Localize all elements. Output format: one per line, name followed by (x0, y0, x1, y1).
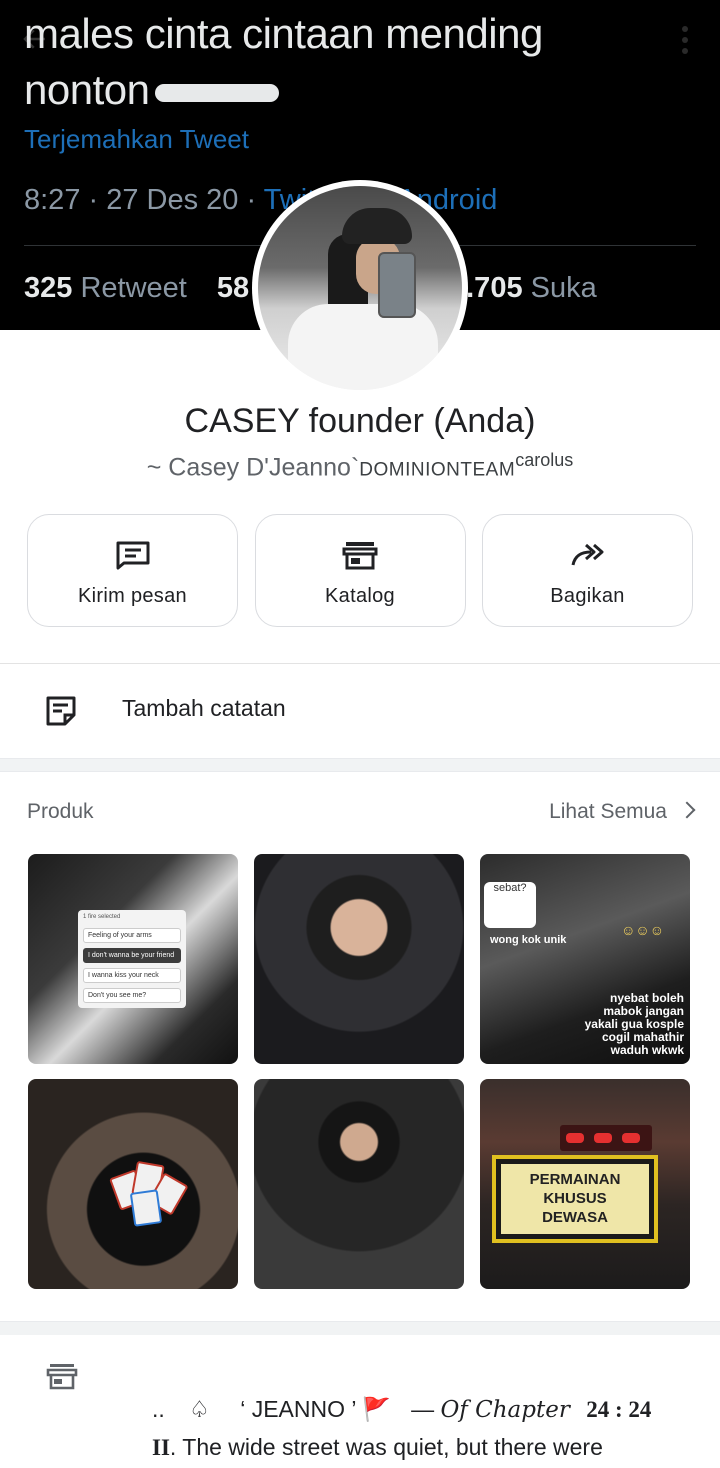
message-button[interactable]: Kirim pesan (27, 514, 238, 627)
retweet-count: 325 (24, 272, 73, 304)
share-button-label: Bagikan (550, 585, 625, 607)
poll-option: I wanna kiss your neck (83, 968, 181, 983)
business-description-line-1: .. ♤ ‘ JEANNO ’ 🚩 — Of Chapter 24 : 24 (152, 1396, 651, 1423)
storefront-icon (46, 1364, 78, 1390)
tweet-line-2: nonton (24, 66, 150, 113)
product-thumb-5[interactable] (254, 1079, 464, 1289)
warning-sign: PERMAINAN KHUSUS DEWASA (496, 1159, 654, 1239)
desc-chapter: Of Chapter (440, 1397, 570, 1423)
share-button[interactable]: Bagikan (482, 514, 693, 627)
red-flag-icon: 🚩 (362, 1396, 391, 1422)
products-header: Produk Lihat Semua (27, 800, 696, 830)
avatar-photo (258, 186, 462, 390)
see-all-label: Lihat Semua (549, 800, 667, 823)
led-display (560, 1125, 652, 1151)
about-team: DOMINIONTEAM (359, 459, 516, 481)
spade-icon: ♤ (189, 1396, 210, 1422)
emoji-row: ☺☺☺ (621, 922, 664, 938)
profile-about: ~ Casey D'Jeanno`DOMINIONTEAMcarolus (0, 450, 720, 482)
chevron-right-icon (678, 801, 696, 819)
share-icon (571, 543, 603, 566)
product-grid: 1 fire selected Feeling of your arms I d… (28, 854, 690, 1289)
desc-name: ‘ JEANNO ’ (240, 1396, 356, 1422)
desc-dots: .. (152, 1396, 165, 1422)
censor-scribble (155, 83, 280, 102)
retweet-label: Retweet (72, 272, 187, 304)
about-prefix: ~ Casey D'Jeanno` (146, 453, 360, 482)
likes-label: Suka (522, 272, 597, 304)
profile-avatar[interactable] (252, 180, 468, 396)
desc-text: . The wide street was quiet, but there w… (169, 1434, 603, 1460)
action-buttons: Kirim pesan Katalog Bagikan (27, 514, 693, 629)
note-icon (46, 696, 76, 726)
desc-numeral: II (152, 1435, 170, 1460)
more-options-icon[interactable] (682, 26, 690, 59)
desc-dash: — (411, 1396, 435, 1422)
quote-count: 58 (216, 272, 250, 304)
poll-option: Don't you see me? (83, 988, 181, 1003)
business-description-line-2: II. The wide street was quiet, but there… (152, 1434, 603, 1461)
thumb-caption-bottom: nyebat boleh mabok jangan yakali gua kos… (584, 991, 684, 1057)
tweet-text: males cinta cintaan mending nonton (24, 6, 543, 118)
playing-cards (109, 1160, 194, 1227)
message-button-label: Kirim pesan (78, 585, 187, 607)
poll-card: 1 fire selected Feeling of your arms I d… (78, 910, 186, 1008)
tweet-stats: 325 Retweet 58 2.705 Suka (24, 272, 597, 305)
section-separator (0, 758, 720, 772)
desc-time: 24 : 24 (586, 1397, 652, 1422)
section-separator (0, 1321, 720, 1335)
products-title: Produk (27, 800, 94, 823)
add-note-row[interactable]: Tambah catatan (0, 664, 720, 758)
message-icon (116, 541, 149, 570)
tweet-line-1: males cinta cintaan mending (24, 10, 543, 57)
product-thumb-2[interactable] (254, 854, 464, 1064)
translate-tweet-link: Terjemahkan Tweet (24, 124, 249, 154)
poll-option: Feeling of your arms (83, 928, 181, 943)
product-thumb-6[interactable]: PERMAINAN KHUSUS DEWASA (480, 1079, 690, 1289)
catalog-button-label: Katalog (325, 585, 395, 607)
thumb-caption-top: wong kok unik (490, 934, 567, 946)
product-thumb-1[interactable]: 1 fire selected Feeling of your arms I d… (28, 854, 238, 1064)
about-sup: carolus (515, 450, 574, 470)
tweet-timestamp: 8:27 · 27 Des 20 · (24, 184, 264, 216)
product-thumb-3[interactable]: sebat? wong kok unik ☺☺☺ nyebat boleh ma… (480, 854, 690, 1064)
catalog-button[interactable]: Katalog (254, 514, 466, 627)
profile-name: CASEY founder (Anda) (184, 402, 536, 440)
question-sticker: sebat? (484, 882, 536, 928)
storefront-icon (342, 542, 378, 570)
product-thumb-4[interactable] (28, 1079, 238, 1289)
see-all-link[interactable]: Lihat Semua (549, 800, 696, 824)
poll-header: 1 fire selected (83, 914, 121, 920)
add-note-label: Tambah catatan (122, 695, 286, 721)
poll-option: I don't wanna be your friend (83, 948, 181, 963)
